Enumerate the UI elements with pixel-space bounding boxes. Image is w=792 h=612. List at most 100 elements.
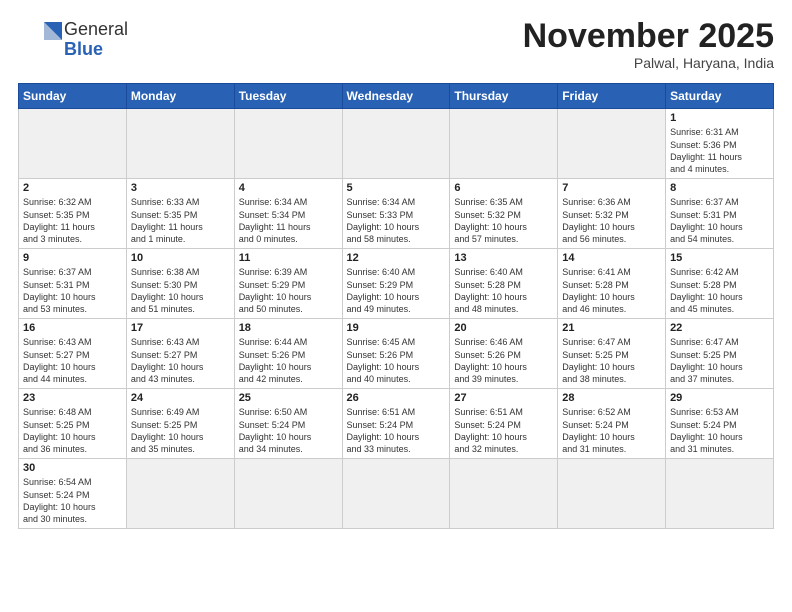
calendar-cell: 17 Sunrise: 6:43 AMSunset: 5:27 PMDayligh… <box>126 319 234 389</box>
day-info: Sunrise: 6:51 AMSunset: 5:24 PMDaylight:… <box>347 406 446 455</box>
day-number: 4 <box>239 182 338 194</box>
weekday-header: Thursday <box>450 84 558 109</box>
day-number: 17 <box>131 322 230 334</box>
day-number: 14 <box>562 252 661 264</box>
day-number: 21 <box>562 322 661 334</box>
day-info: Sunrise: 6:38 AMSunset: 5:30 PMDaylight:… <box>131 266 230 315</box>
calendar-week-row: 16Sunrise: 6:43 AMSunset: 5:27 PMDayligh… <box>19 319 774 389</box>
calendar-cell: 11Sunrise: 6:39 AMSunset: 5:29 PMDayligh… <box>234 249 342 319</box>
calendar-cell <box>126 459 234 529</box>
calendar-cell: 15Sunrise: 6:42 AMSunset: 5:28 PMDayligh… <box>666 249 774 319</box>
day-info: Sunrise: 6:40 AMSunset: 5:28 PMDaylight:… <box>454 266 553 315</box>
day-info: Sunrise: 6:39 AMSunset: 5:29 PMDaylight:… <box>239 266 338 315</box>
day-info: Sunrise: 6:42 AMSunset: 5:28 PMDaylight:… <box>670 266 769 315</box>
day-info: Sunrise: 6:35 AMSunset: 5:32 PMDaylight:… <box>454 196 553 245</box>
day-info: Sunrise: 6:53 AMSunset: 5:24 PMDaylight:… <box>670 406 769 455</box>
day-info: Sunrise: 6:47 AMSunset: 5:25 PMDaylight:… <box>562 336 661 385</box>
calendar-cell: 25 Sunrise: 6:50 AMSunset: 5:24 PMDayligh… <box>234 389 342 459</box>
calendar-cell: 30 Sunrise: 6:54 AMSunset: 5:24 PMDayligh… <box>19 459 127 529</box>
calendar-cell <box>450 109 558 179</box>
calendar-cell: 1 Sunrise: 6:31 AMSunset: 5:36 PMDaylight… <box>666 109 774 179</box>
calendar-cell: 29 Sunrise: 6:53 AMSunset: 5:24 PMDayligh… <box>666 389 774 459</box>
day-info: Sunrise: 6:52 AMSunset: 5:24 PMDaylight:… <box>562 406 661 455</box>
day-number: 30 <box>23 462 122 474</box>
calendar-cell <box>234 109 342 179</box>
day-info: Sunrise: 6:43 AMSunset: 5:27 PMDaylight:… <box>131 336 230 385</box>
day-info: Sunrise: 6:41 AMSunset: 5:28 PMDaylight:… <box>562 266 661 315</box>
calendar-cell: 8 Sunrise: 6:37 AMSunset: 5:31 PMDaylight… <box>666 179 774 249</box>
day-info: Sunrise: 6:31 AMSunset: 5:36 PMDaylight:… <box>670 126 769 175</box>
day-number: 5 <box>347 182 446 194</box>
day-number: 22 <box>670 322 769 334</box>
day-number: 10 <box>131 252 230 264</box>
calendar-cell: 3 Sunrise: 6:33 AMSunset: 5:35 PMDaylight… <box>126 179 234 249</box>
weekday-header: Sunday <box>19 84 127 109</box>
day-number: 20 <box>454 322 553 334</box>
weekday-header: Saturday <box>666 84 774 109</box>
day-number: 23 <box>23 392 122 404</box>
day-number: 8 <box>670 182 769 194</box>
day-info: Sunrise: 6:40 AMSunset: 5:29 PMDaylight:… <box>347 266 446 315</box>
day-number: 12 <box>347 252 446 264</box>
day-info: Sunrise: 6:50 AMSunset: 5:24 PMDaylight:… <box>239 406 338 455</box>
calendar-cell: 14 Sunrise: 6:41 AMSunset: 5:28 PMDayligh… <box>558 249 666 319</box>
day-number: 13 <box>454 252 553 264</box>
day-info: Sunrise: 6:43 AMSunset: 5:27 PMDaylight:… <box>23 336 122 385</box>
day-number: 1 <box>670 112 769 124</box>
day-number: 3 <box>131 182 230 194</box>
day-info: Sunrise: 6:44 AMSunset: 5:26 PMDaylight:… <box>239 336 338 385</box>
calendar-cell: 22 Sunrise: 6:47 AMSunset: 5:25 PMDayligh… <box>666 319 774 389</box>
calendar-cell: 26 Sunrise: 6:51 AMSunset: 5:24 PMDayligh… <box>342 389 450 459</box>
calendar-subtitle: Palwal, Haryana, India <box>523 55 774 71</box>
logo-text: General Blue <box>64 20 128 60</box>
calendar-cell <box>450 459 558 529</box>
day-info: Sunrise: 6:51 AMSunset: 5:24 PMDaylight:… <box>454 406 553 455</box>
calendar-table: SundayMondayTuesdayWednesdayThursdayFrid… <box>18 83 774 529</box>
calendar-cell: 16Sunrise: 6:43 AMSunset: 5:27 PMDayligh… <box>19 319 127 389</box>
day-number: 25 <box>239 392 338 404</box>
day-info: Sunrise: 6:46 AMSunset: 5:26 PMDaylight:… <box>454 336 553 385</box>
weekday-header-row: SundayMondayTuesdayWednesdayThursdayFrid… <box>19 84 774 109</box>
calendar-cell <box>234 459 342 529</box>
calendar-cell: 13 Sunrise: 6:40 AMSunset: 5:28 PMDayligh… <box>450 249 558 319</box>
calendar-week-row: 23Sunrise: 6:48 AMSunset: 5:25 PMDayligh… <box>19 389 774 459</box>
day-number: 18 <box>239 322 338 334</box>
calendar-cell: 9 Sunrise: 6:37 AMSunset: 5:31 PMDaylight… <box>19 249 127 319</box>
day-info: Sunrise: 6:36 AMSunset: 5:32 PMDaylight:… <box>562 196 661 245</box>
calendar-week-row: 30 Sunrise: 6:54 AMSunset: 5:24 PMDayligh… <box>19 459 774 529</box>
day-info: Sunrise: 6:37 AMSunset: 5:31 PMDaylight:… <box>23 266 122 315</box>
day-info: Sunrise: 6:45 AMSunset: 5:26 PMDaylight:… <box>347 336 446 385</box>
calendar-cell: 19 Sunrise: 6:45 AMSunset: 5:26 PMDayligh… <box>342 319 450 389</box>
calendar-cell: 7 Sunrise: 6:36 AMSunset: 5:32 PMDaylight… <box>558 179 666 249</box>
logo: General Blue <box>18 18 128 62</box>
day-number: 27 <box>454 392 553 404</box>
day-number: 26 <box>347 392 446 404</box>
weekday-header: Monday <box>126 84 234 109</box>
calendar-cell <box>558 459 666 529</box>
title-block: November 2025 Palwal, Haryana, India <box>523 18 774 71</box>
day-number: 19 <box>347 322 446 334</box>
logo-graphic: General Blue <box>18 18 128 62</box>
day-info: Sunrise: 6:54 AMSunset: 5:24 PMDaylight:… <box>23 476 122 525</box>
day-number: 6 <box>454 182 553 194</box>
calendar-cell <box>126 109 234 179</box>
calendar-cell: 2Sunrise: 6:32 AMSunset: 5:35 PMDaylight… <box>19 179 127 249</box>
calendar-cell: 6 Sunrise: 6:35 AMSunset: 5:32 PMDaylight… <box>450 179 558 249</box>
page: General Blue November 2025 Palwal, Harya… <box>0 0 792 612</box>
day-info: Sunrise: 6:47 AMSunset: 5:25 PMDaylight:… <box>670 336 769 385</box>
day-info: Sunrise: 6:37 AMSunset: 5:31 PMDaylight:… <box>670 196 769 245</box>
calendar-cell: 23Sunrise: 6:48 AMSunset: 5:25 PMDayligh… <box>19 389 127 459</box>
calendar-cell: 27 Sunrise: 6:51 AMSunset: 5:24 PMDayligh… <box>450 389 558 459</box>
calendar-cell <box>19 109 127 179</box>
weekday-header: Friday <box>558 84 666 109</box>
day-number: 29 <box>670 392 769 404</box>
calendar-cell <box>342 459 450 529</box>
day-number: 9 <box>23 252 122 264</box>
weekday-header: Tuesday <box>234 84 342 109</box>
calendar-cell: 28Sunrise: 6:52 AMSunset: 5:24 PMDayligh… <box>558 389 666 459</box>
day-info: Sunrise: 6:33 AMSunset: 5:35 PMDaylight:… <box>131 196 230 245</box>
calendar-cell: 24Sunrise: 6:49 AMSunset: 5:25 PMDayligh… <box>126 389 234 459</box>
day-number: 7 <box>562 182 661 194</box>
calendar-cell: 4Sunrise: 6:34 AMSunset: 5:34 PMDaylight… <box>234 179 342 249</box>
day-info: Sunrise: 6:49 AMSunset: 5:25 PMDaylight:… <box>131 406 230 455</box>
